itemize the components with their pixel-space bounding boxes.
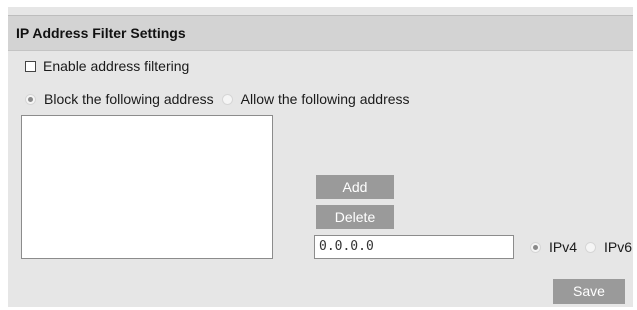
- ipv6-label[interactable]: IPv6: [604, 239, 632, 255]
- block-label[interactable]: Block the following address: [44, 91, 214, 107]
- ipv4-label[interactable]: IPv4: [549, 239, 577, 255]
- block-radio[interactable]: [25, 93, 36, 105]
- save-button[interactable]: Save: [553, 279, 625, 304]
- ip-address-input[interactable]: 0.0.0.0: [314, 235, 514, 259]
- enable-filter-label[interactable]: Enable address filtering: [43, 58, 189, 74]
- address-listbox[interactable]: [21, 115, 273, 259]
- ipv6-radio[interactable]: [585, 241, 597, 253]
- enable-filter-row[interactable]: Enable address filtering: [25, 58, 189, 74]
- add-button[interactable]: Add: [316, 175, 394, 199]
- filter-mode-row: Block the following address Allow the fo…: [25, 91, 418, 107]
- delete-button[interactable]: Delete: [316, 205, 394, 229]
- ip-filter-panel: IP Address Filter Settings Enable addres…: [8, 7, 633, 307]
- ip-version-row: IPv4 IPv6: [530, 239, 632, 255]
- panel-title: IP Address Filter Settings: [16, 25, 186, 41]
- enable-filter-checkbox[interactable]: [25, 60, 36, 72]
- ipv4-radio[interactable]: [530, 241, 541, 253]
- allow-label[interactable]: Allow the following address: [241, 91, 410, 107]
- allow-radio[interactable]: [221, 93, 233, 105]
- panel-header: IP Address Filter Settings: [8, 15, 633, 51]
